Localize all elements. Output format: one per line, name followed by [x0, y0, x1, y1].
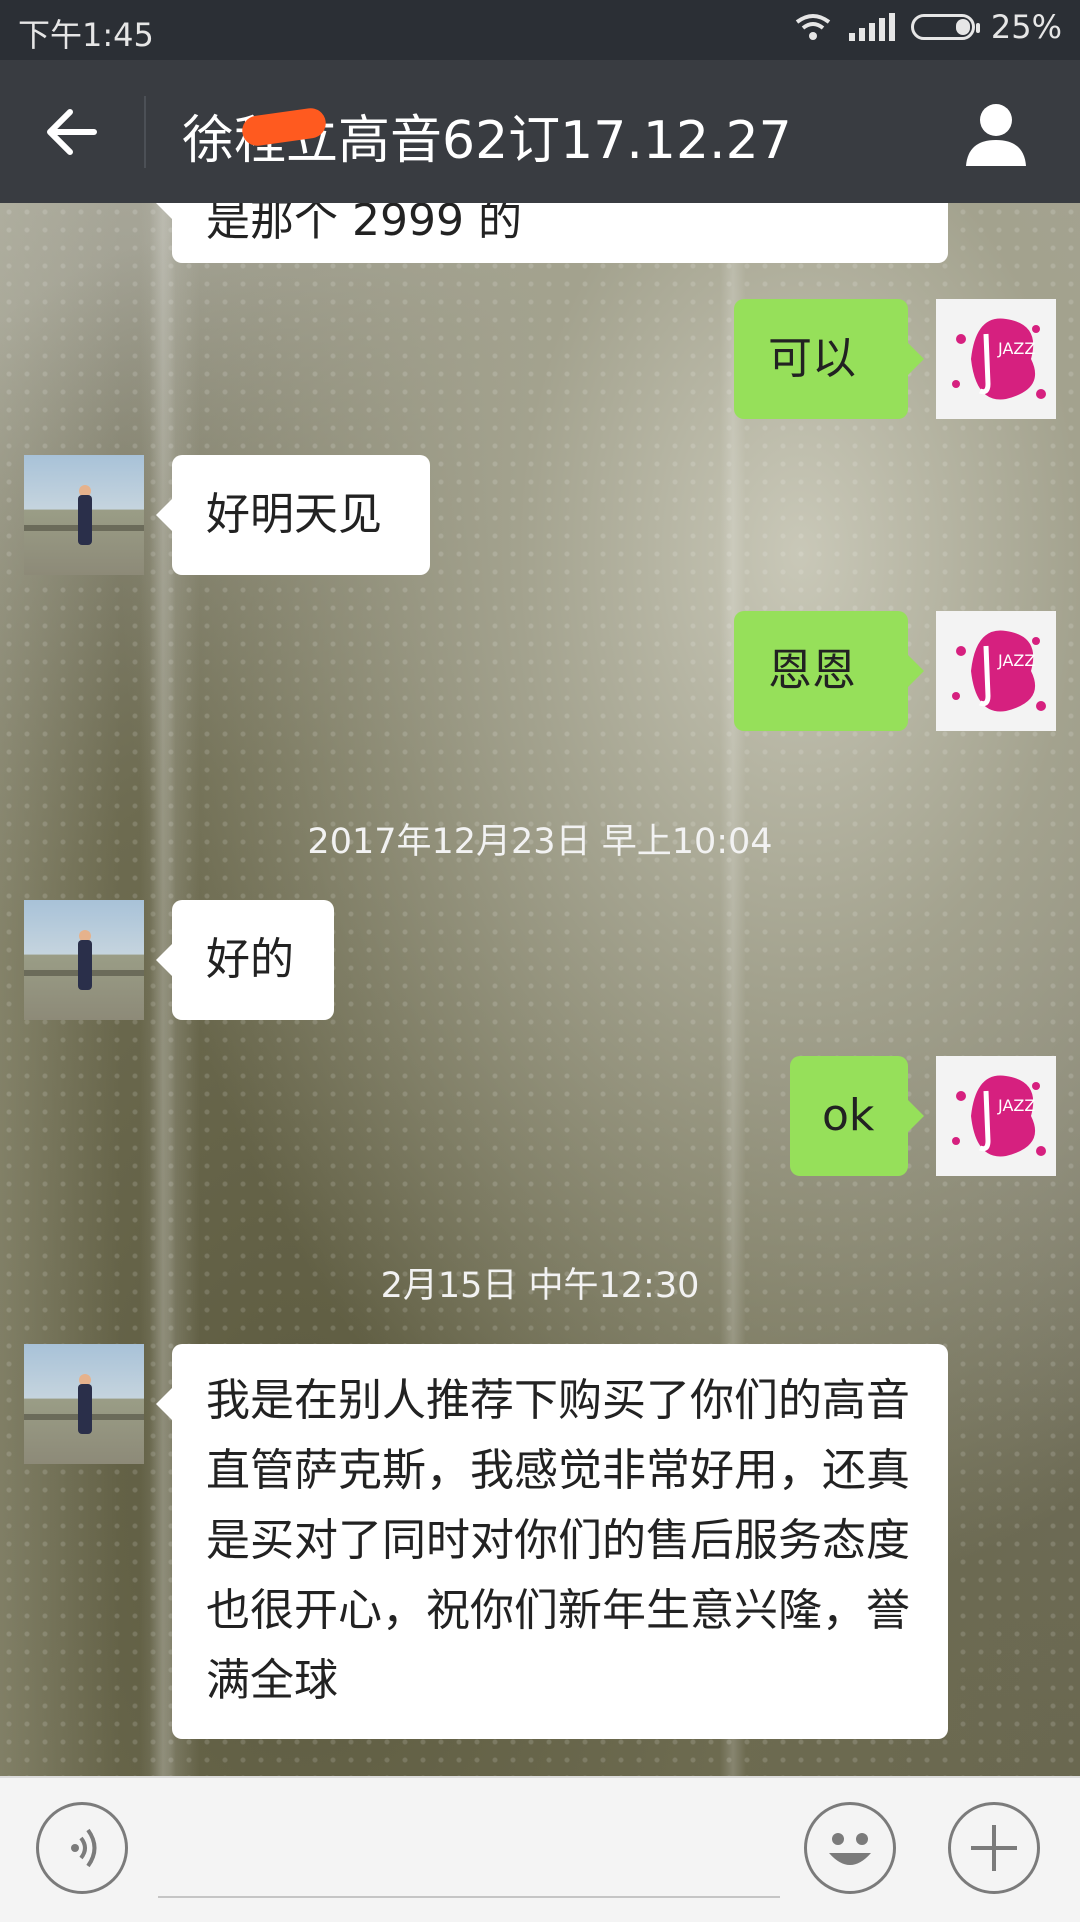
- emoji-icon: [829, 1833, 871, 1865]
- timestamp: 2017年12月23日 早上10:04: [307, 822, 773, 862]
- jazz-logo-icon: JAZZ: [952, 318, 1046, 400]
- plus-icon: [971, 1825, 1017, 1871]
- jazz-logo-icon: JAZZ: [952, 630, 1046, 712]
- battery-percent: 25%: [990, 8, 1062, 46]
- back-arrow-icon[interactable]: [40, 100, 104, 164]
- voice-icon: [71, 1828, 97, 1868]
- header-divider: [144, 96, 146, 168]
- message-input[interactable]: [158, 1896, 780, 1898]
- chat-area[interactable]: 是那个 2999 的 可以 JAZZ 好明天见 恩恩 JAZZ 2017年12月…: [0, 203, 1080, 1776]
- message-text: 是那个 2999 的: [206, 203, 522, 246]
- chat-header: 徐程立高音62订17.12.27: [0, 60, 1080, 203]
- status-time: 下午1:45: [18, 16, 154, 54]
- self-avatar[interactable]: JAZZ: [936, 1056, 1056, 1176]
- wifi-icon: [795, 14, 831, 40]
- jazz-logo-text: JAZZ: [997, 651, 1035, 670]
- message-text: ok: [822, 1090, 875, 1141]
- voice-button[interactable]: [36, 1802, 128, 1894]
- profile-icon[interactable]: [960, 96, 1032, 168]
- message-bubble-in[interactable]: 我是在别人推荐下购买了你们的高音直管萨克斯，我感觉非常好用，还真是买对了同时对你…: [156, 1344, 948, 1739]
- message-text: 我是在别人推荐下购买了你们的高音直管萨克斯，我感觉非常好用，还真是买对了同时对你…: [206, 1375, 910, 1706]
- message-bubble-in[interactable]: 是那个 2999 的: [156, 203, 948, 263]
- battery-icon: [910, 14, 980, 40]
- message-bubble-out[interactable]: 可以: [734, 299, 924, 419]
- message-text: 好的: [206, 934, 294, 985]
- plus-button[interactable]: [948, 1802, 1040, 1894]
- status-bar: 下午1:45 25%: [0, 0, 1080, 60]
- message-bubble-out[interactable]: ok: [790, 1056, 924, 1176]
- contact-avatar[interactable]: [24, 455, 144, 575]
- message-text: 恩恩: [768, 645, 856, 696]
- contact-avatar[interactable]: [24, 1344, 144, 1464]
- message-text: 好明天见: [206, 489, 382, 540]
- jazz-logo-icon: JAZZ: [952, 1075, 1046, 1157]
- self-avatar[interactable]: JAZZ: [936, 611, 1056, 731]
- timestamp: 2月15日 中午12:30: [380, 1266, 700, 1306]
- signal-icon: [848, 13, 895, 41]
- message-bubble-out[interactable]: 恩恩: [734, 611, 924, 731]
- jazz-logo-text: JAZZ: [997, 1096, 1035, 1115]
- jazz-logo-text: JAZZ: [997, 339, 1035, 358]
- contact-avatar[interactable]: [24, 900, 144, 1020]
- message-text: 可以: [768, 333, 856, 384]
- emoji-button[interactable]: [804, 1802, 896, 1894]
- message-bubble-in[interactable]: 好明天见: [156, 455, 430, 575]
- self-avatar[interactable]: JAZZ: [936, 299, 1056, 419]
- message-bubble-in[interactable]: 好的: [156, 900, 334, 1020]
- input-bar: [0, 1776, 1080, 1922]
